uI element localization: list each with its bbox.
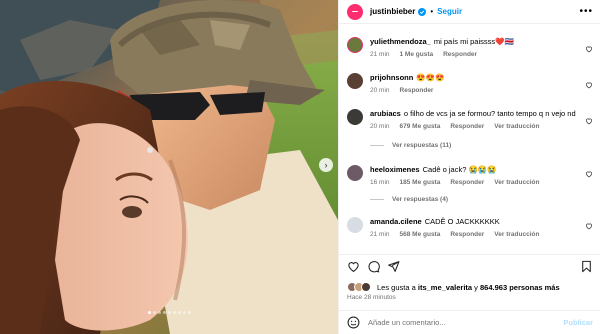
reply-button[interactable]: Responder xyxy=(450,179,484,186)
post-side-panel: justinbieber • Seguir ••• yuliethmendoza… xyxy=(338,0,600,334)
comment-time: 20 min xyxy=(370,87,390,94)
comment-line: arubiacs o filho de vcs ja se formou? tan… xyxy=(370,108,588,119)
view-replies-button[interactable]: Ver respuestas (4) xyxy=(370,196,448,203)
comment-composer: Publicar xyxy=(339,310,600,334)
replies-divider xyxy=(370,145,384,146)
comment-likes[interactable]: 568 Me gusta xyxy=(400,231,441,238)
post-photo xyxy=(0,0,338,334)
comment-time: 21 min xyxy=(370,231,390,238)
comment-like-heart-icon[interactable] xyxy=(585,81,593,89)
header-separator: • xyxy=(430,7,434,16)
comment-time: 21 min xyxy=(370,51,390,58)
carousel-next-button[interactable]: › xyxy=(319,158,333,172)
comment-likes[interactable]: 679 Me gusta xyxy=(400,123,441,130)
comment-text: 😍😍😍 xyxy=(416,73,445,82)
comment-meta: 21 min 1 Me gusta Responder xyxy=(370,51,588,58)
emoji-picker-icon[interactable] xyxy=(347,316,360,329)
follow-button[interactable]: Seguir xyxy=(437,7,462,16)
comment-meta: 20 min 679 Me gusta Responder Ver traduc… xyxy=(370,123,588,130)
carousel-dot xyxy=(167,311,171,314)
comment-avatar[interactable] xyxy=(347,165,363,181)
comment-meta: 20 min Responder xyxy=(370,87,588,94)
liker-avatars xyxy=(347,282,373,292)
carousel-indicator xyxy=(0,311,338,314)
comments-list: yuliethmendoza_ mi país mi paissss❤️🇨🇷 21… xyxy=(339,28,600,254)
comment-item: amanda.cilene CADÊ O JACKKKKKK 21 min 568… xyxy=(339,216,600,238)
comment-line: amanda.cilene CADÊ O JACKKKKKK xyxy=(370,216,588,227)
comment-like-heart-icon[interactable] xyxy=(585,222,593,230)
comment-avatar[interactable] xyxy=(347,73,363,89)
comment-username[interactable]: prijohnsonn xyxy=(370,73,413,82)
see-translation-button[interactable]: Ver traducción xyxy=(494,123,539,130)
comment-text: Cadê o jack? 😭😭😭 xyxy=(422,165,497,174)
post-media: › xyxy=(0,0,338,334)
publish-button[interactable]: Publicar xyxy=(563,318,593,327)
comment-time: 16 min xyxy=(370,179,390,186)
comment-like-heart-icon[interactable] xyxy=(585,170,593,178)
reply-button[interactable]: Responder xyxy=(443,51,477,58)
comment-username[interactable]: heeloximenes xyxy=(370,165,420,174)
comment-meta: 16 min 185 Me gusta Responder Ver traduc… xyxy=(370,179,588,186)
likes-conj: y xyxy=(474,282,478,292)
carousel-dot xyxy=(162,311,166,314)
author-username[interactable]: justinbieber xyxy=(370,7,415,16)
author-avatar[interactable] xyxy=(347,3,363,20)
comment-meta: 21 min 568 Me gusta Responder Ver traduc… xyxy=(370,231,588,238)
comment-username[interactable]: arubiacs xyxy=(370,109,401,118)
comment-input[interactable] xyxy=(368,318,548,327)
comment-item: yuliethmendoza_ mi país mi paissss❤️🇨🇷 21… xyxy=(339,36,600,58)
comment-text: mi país mi paissss❤️🇨🇷 xyxy=(433,37,514,46)
reply-button[interactable]: Responder xyxy=(450,123,484,130)
view-replies-label: Ver respuestas (11) xyxy=(392,142,452,149)
comment-avatar[interactable] xyxy=(347,109,363,125)
instagram-post-modal: › justinbieber • Seguir ••• yuliethmendo… xyxy=(0,0,600,334)
see-translation-button[interactable]: Ver traducción xyxy=(494,179,539,186)
carousel-dot xyxy=(187,311,191,314)
carousel-dot xyxy=(172,311,176,314)
view-replies-button[interactable]: Ver respuestas (11) xyxy=(370,142,451,149)
comment-item: arubiacs o filho de vcs ja se formou? tan… xyxy=(339,108,600,130)
carousel-dot xyxy=(177,311,181,314)
comment-bubble-icon[interactable] xyxy=(367,260,380,273)
comment-time: 20 min xyxy=(370,123,390,130)
comment-line: yuliethmendoza_ mi país mi paissss❤️🇨🇷 xyxy=(370,36,588,47)
comment-avatar[interactable] xyxy=(347,37,363,53)
comment-like-heart-icon[interactable] xyxy=(585,117,593,125)
carousel-dot xyxy=(152,311,156,314)
comment-text: CADÊ O JACKKKKKK xyxy=(424,217,500,226)
post-timestamp: Hace 28 minutos xyxy=(347,294,396,301)
carousel-dot xyxy=(147,311,151,314)
save-bookmark-icon[interactable] xyxy=(580,260,593,273)
comment-username[interactable]: amanda.cilene xyxy=(370,217,422,226)
likes-prefix: Les gusta a xyxy=(377,282,416,292)
reply-button[interactable]: Responder xyxy=(450,231,484,238)
like-heart-icon[interactable] xyxy=(347,260,360,273)
actions-divider xyxy=(339,254,600,255)
carousel-dot xyxy=(182,311,186,314)
comment-like-heart-icon[interactable] xyxy=(585,45,593,53)
likes-count[interactable]: 864.963 personas más xyxy=(480,283,560,292)
comment-item: heeloximenes Cadê o jack? 😭😭😭 16 min 185 … xyxy=(339,164,600,186)
comment-text: o filho de vcs ja se formou? tanto tempo… xyxy=(403,109,576,118)
see-translation-button[interactable]: Ver traducción xyxy=(494,231,539,238)
likes-summary[interactable]: Les gusta a its_me_valerita y 864.963 pe… xyxy=(347,282,560,292)
comment-item: prijohnsonn 😍😍😍 20 min Responder xyxy=(339,72,600,94)
carousel-dot xyxy=(157,311,161,314)
liker-avatar xyxy=(361,282,371,292)
comment-avatar[interactable] xyxy=(347,217,363,233)
post-header: justinbieber • Seguir ••• xyxy=(339,0,600,24)
replies-divider xyxy=(370,199,384,200)
view-replies-label: Ver respuestas (4) xyxy=(392,196,449,203)
more-options-icon[interactable]: ••• xyxy=(579,6,593,17)
likes-user[interactable]: its_me_valerita xyxy=(418,283,472,292)
comment-username[interactable]: yuliethmendoza_ xyxy=(370,37,431,46)
comment-line: prijohnsonn 😍😍😍 xyxy=(370,72,588,83)
comment-likes[interactable]: 185 Me gusta xyxy=(400,179,441,186)
reply-button[interactable]: Responder xyxy=(400,87,434,94)
post-actions-bar xyxy=(347,260,593,274)
verified-badge-icon xyxy=(418,7,427,16)
share-send-icon[interactable] xyxy=(387,260,400,273)
comment-likes[interactable]: 1 Me gusta xyxy=(400,51,434,58)
comment-line: heeloximenes Cadê o jack? 😭😭😭 xyxy=(370,164,588,175)
